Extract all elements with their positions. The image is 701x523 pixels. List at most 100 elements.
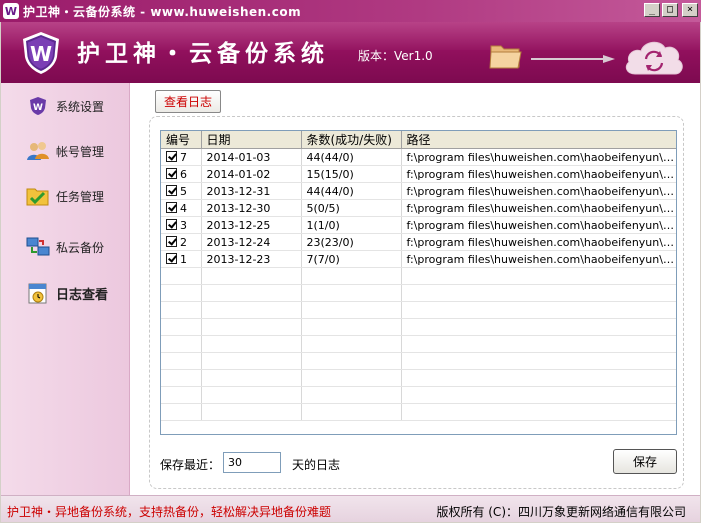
svg-text:W: W <box>30 42 52 66</box>
table-row-empty <box>161 369 676 387</box>
row-checkbox[interactable] <box>166 252 177 264</box>
empty-cell <box>201 352 302 370</box>
row-id-cell: 2 <box>161 233 202 251</box>
empty-cell <box>201 386 302 404</box>
sidebar-item-system-settings[interactable]: W 系统设置 <box>1 91 130 121</box>
table-row-empty <box>161 386 676 404</box>
row-checkbox[interactable] <box>166 150 177 162</box>
empty-cell <box>161 267 202 285</box>
row-date: 2013-12-23 <box>201 250 302 268</box>
empty-cell <box>301 284 402 302</box>
table-row[interactable]: 7 2014-01-03 44(44/0) f:\program files\huwe… <box>161 148 676 166</box>
empty-cell <box>201 301 302 319</box>
empty-cell <box>201 369 302 387</box>
log-content: 查看日志 编号 日期 条数(成功/失败) 路径 7 2014-01-03 44(44… <box>131 83 700 495</box>
keep-days-input[interactable]: 30 <box>223 452 281 473</box>
table-row[interactable]: 3 2013-12-25 1(1/0) f:\program files\huweis… <box>161 216 676 234</box>
shield-logo-icon: W <box>23 32 59 74</box>
sidebar: W 系统设置 帐号管理 任务管理 私云备份 日志查看 <box>1 83 130 495</box>
column-header-path[interactable]: 路径 <box>401 131 676 149</box>
row-id: 5 <box>180 184 187 198</box>
close-button[interactable]: × <box>682 3 698 17</box>
sidebar-item-account[interactable]: 帐号管理 <box>1 136 130 166</box>
sidebar-item-label: 系统设置 <box>56 99 105 114</box>
log-table[interactable]: 编号 日期 条数(成功/失败) 路径 7 2014-01-03 44(44/0) f:… <box>160 130 677 435</box>
row-count: 7(7/0) <box>301 250 402 268</box>
maximize-button[interactable]: □ <box>662 3 678 17</box>
tab-view-log[interactable]: 查看日志 <box>155 90 221 113</box>
table-row-empty <box>161 352 676 370</box>
empty-cell <box>201 318 302 336</box>
column-header-id[interactable]: 编号 <box>161 131 202 149</box>
table-row[interactable]: 2 2013-12-24 23(23/0) f:\program files\huwe… <box>161 233 676 251</box>
empty-cell <box>401 352 676 370</box>
empty-cell <box>201 403 302 421</box>
row-path: f:\program files\huweishen.com\haobeifen… <box>401 182 676 200</box>
log-calendar-icon <box>26 281 50 305</box>
table-row-empty <box>161 301 676 319</box>
empty-cell <box>301 318 402 336</box>
row-date: 2013-12-30 <box>201 199 302 217</box>
table-row-empty <box>161 335 676 353</box>
sidebar-item-label: 私云备份 <box>56 240 105 255</box>
status-bar: 护卫神・异地备份系统，支持热备份，轻松解决异地备份难题 版权所有 (C)：四川万… <box>1 495 700 522</box>
cloud-sync-icon <box>625 41 683 75</box>
empty-cell <box>301 301 402 319</box>
empty-cell <box>401 284 676 302</box>
account-users-icon <box>26 139 50 163</box>
empty-cell <box>161 369 202 387</box>
empty-cell <box>201 267 302 285</box>
row-count: 15(15/0) <box>301 165 402 183</box>
window-controls: _ □ × <box>644 3 698 17</box>
empty-cell <box>161 301 202 319</box>
empty-cell <box>401 301 676 319</box>
row-id-cell: 4 <box>161 199 202 217</box>
sidebar-item-label: 帐号管理 <box>56 144 105 159</box>
sidebar-item-log-view[interactable]: 日志查看 <box>1 278 130 308</box>
table-row-empty <box>161 318 676 336</box>
empty-cell <box>161 386 202 404</box>
row-checkbox[interactable] <box>166 235 177 247</box>
sidebar-item-private-cloud[interactable]: 私云备份 <box>1 232 130 262</box>
row-path: f:\program files\huweishen.com\haobeifen… <box>401 250 676 268</box>
row-checkbox[interactable] <box>166 201 177 213</box>
row-path: f:\program files\huweishen.com\haobeifen… <box>401 233 676 251</box>
empty-cell <box>401 335 676 353</box>
empty-cell <box>301 352 402 370</box>
table-row[interactable]: 5 2013-12-31 44(44/0) f:\program files\huwe… <box>161 182 676 200</box>
private-cloud-icon <box>26 235 50 259</box>
empty-cell <box>301 335 402 353</box>
empty-cell <box>161 318 202 336</box>
row-count: 44(44/0) <box>301 148 402 166</box>
table-row-empty <box>161 284 676 302</box>
save-button[interactable]: 保存 <box>613 449 677 474</box>
row-id: 7 <box>180 150 187 164</box>
table-row[interactable]: 1 2013-12-23 7(7/0) f:\program files\huweis… <box>161 250 676 268</box>
system-settings-icon: W <box>26 94 50 118</box>
empty-cell <box>401 318 676 336</box>
row-checkbox[interactable] <box>166 184 177 196</box>
row-id: 4 <box>180 201 187 215</box>
empty-cell <box>301 267 402 285</box>
row-id: 2 <box>180 235 187 249</box>
status-copyright: 版权所有 (C)：四川万象更新网络通信有限公司 <box>436 505 686 519</box>
app-banner: W 护卫神・云备份系统 版本：Ver1.0 <box>1 22 700 83</box>
version-label: 版本：Ver1.0 <box>358 49 433 63</box>
row-count: 44(44/0) <box>301 182 402 200</box>
table-row-empty <box>161 267 676 285</box>
row-checkbox[interactable] <box>166 167 177 179</box>
table-row[interactable]: 4 2013-12-30 5(0/5) f:\program files\huweis… <box>161 199 676 217</box>
sidebar-item-tasks[interactable]: 任务管理 <box>1 181 130 211</box>
empty-cell <box>401 386 676 404</box>
table-row[interactable]: 6 2014-01-02 15(15/0) f:\program files\huwe… <box>161 165 676 183</box>
minimize-button[interactable]: _ <box>644 3 660 17</box>
column-header-count[interactable]: 条数(成功/失败) <box>301 131 402 149</box>
task-folder-icon <box>26 184 50 208</box>
banner-title: 护卫神・云备份系统 <box>77 41 329 67</box>
table-header-row: 编号 日期 条数(成功/失败) 路径 <box>161 131 676 149</box>
row-id: 1 <box>180 252 187 266</box>
column-header-date[interactable]: 日期 <box>201 131 302 149</box>
row-checkbox[interactable] <box>166 218 177 230</box>
row-date: 2013-12-24 <box>201 233 302 251</box>
title-bar[interactable]: W 护卫神・云备份系统 - www.huweishen.com _ □ × <box>0 0 701 22</box>
